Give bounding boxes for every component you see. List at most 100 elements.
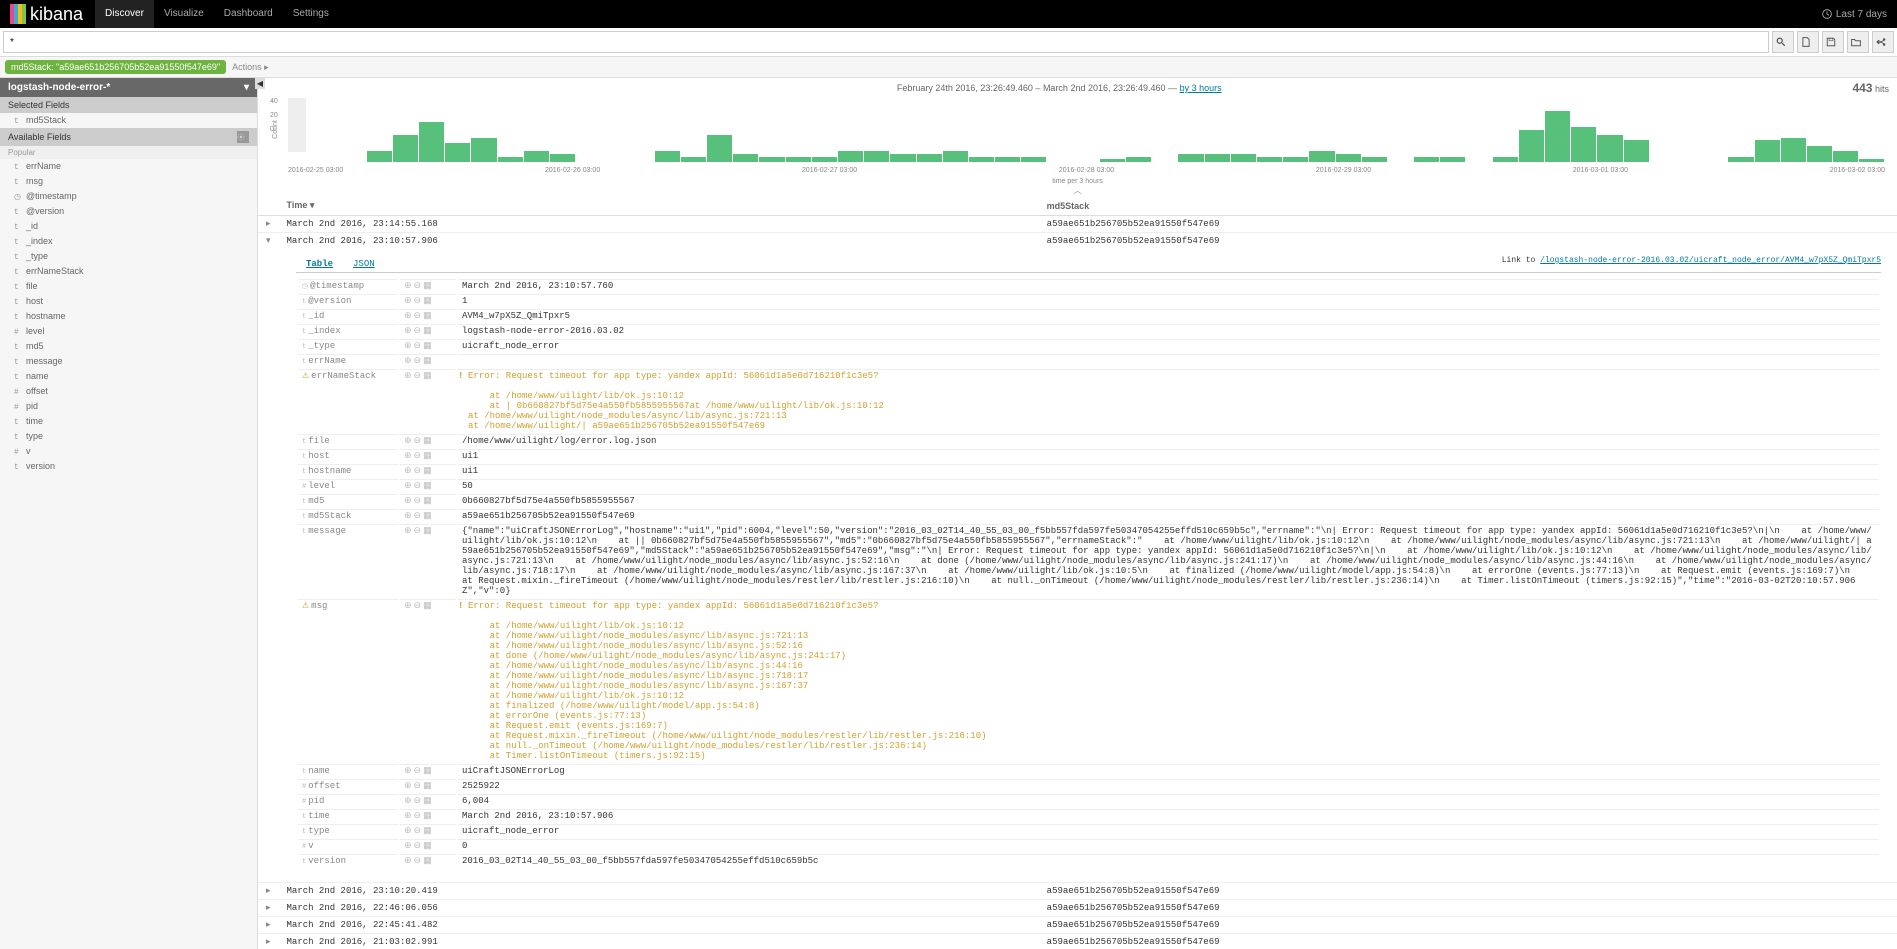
field-_type[interactable]: t_type xyxy=(0,249,257,264)
chart-bar[interactable] xyxy=(655,151,680,162)
filter-for-icon[interactable]: ⊕ xyxy=(404,466,412,476)
index-pattern-title[interactable]: logstash-node-error-* ▾ xyxy=(0,78,257,97)
chart-collapse[interactable]: ︿ xyxy=(258,185,1897,196)
field-hostname[interactable]: thostname xyxy=(0,309,257,324)
chart-bar[interactable] xyxy=(995,157,1020,162)
open-button[interactable] xyxy=(1847,31,1869,53)
nav-visualize[interactable]: Visualize xyxy=(154,0,214,28)
chart-bar[interactable] xyxy=(1833,151,1858,162)
toggle-column-icon[interactable]: ▦ xyxy=(423,481,432,491)
chart-bar[interactable] xyxy=(471,138,496,162)
sidebar-collapse[interactable]: ◀ xyxy=(255,78,265,89)
chart-bar[interactable] xyxy=(1178,154,1203,162)
toggle-column-icon[interactable]: ▦ xyxy=(423,796,432,806)
filter-for-icon[interactable]: ⊕ xyxy=(404,356,412,366)
nav-settings[interactable]: Settings xyxy=(283,0,339,28)
filter-for-icon[interactable]: ⊕ xyxy=(404,826,412,836)
chart-bar[interactable] xyxy=(707,135,732,162)
filter-for-icon[interactable]: ⊕ xyxy=(404,811,412,821)
table-row[interactable]: ▸March 2nd 2016, 21:03:02.991a59ae651b25… xyxy=(258,934,1897,949)
field-offset[interactable]: #offset xyxy=(0,384,257,399)
toggle-column-icon[interactable]: ▦ xyxy=(423,326,432,336)
toggle-column-icon[interactable]: ▦ xyxy=(423,766,432,776)
chart-bar[interactable] xyxy=(786,157,811,162)
table-row[interactable]: ▸March 2nd 2016, 23:10:20.419a59ae651b25… xyxy=(258,883,1897,900)
filter-pill[interactable]: md5Stack: "a59ae651b256705b52ea91550f547… xyxy=(5,60,226,74)
toggle-column-icon[interactable]: ▦ xyxy=(423,811,432,821)
field-pid[interactable]: #pid xyxy=(0,399,257,414)
histogram-chart[interactable]: Count 40200 2016-02-25 03:002016-02-26 0… xyxy=(270,98,1885,178)
column-time[interactable]: Time ▾ xyxy=(279,196,1039,216)
toggle-column-icon[interactable]: ▦ xyxy=(423,281,432,291)
chart-bar[interactable] xyxy=(1519,130,1544,162)
toggle-column-icon[interactable]: ▦ xyxy=(423,341,432,351)
new-button[interactable] xyxy=(1797,31,1819,53)
toggle-column-icon[interactable]: ▦ xyxy=(423,466,432,476)
chart-bar[interactable] xyxy=(498,157,523,162)
detail-tab-table[interactable]: Table xyxy=(296,256,343,272)
kibana-logo[interactable]: kibana xyxy=(10,4,83,25)
filter-out-icon[interactable]: ⊖ xyxy=(414,466,422,476)
filter-out-icon[interactable]: ⊖ xyxy=(414,326,422,336)
chart-bar[interactable] xyxy=(1807,146,1832,162)
table-row[interactable]: ▸March 2nd 2016, 23:14:55.168a59ae651b25… xyxy=(258,216,1897,233)
expand-toggle[interactable]: ▸ xyxy=(258,216,279,233)
chart-bar[interactable] xyxy=(838,151,863,162)
filter-for-icon[interactable]: ⊕ xyxy=(404,526,412,536)
filter-for-icon[interactable]: ⊕ xyxy=(404,436,412,446)
chart-bar[interactable] xyxy=(1205,154,1230,162)
chart-bar[interactable] xyxy=(733,154,758,162)
filter-for-icon[interactable]: ⊕ xyxy=(404,296,412,306)
filter-out-icon[interactable]: ⊖ xyxy=(414,451,422,461)
toggle-column-icon[interactable]: ▦ xyxy=(423,841,432,851)
field-_id[interactable]: t_id xyxy=(0,219,257,234)
expand-toggle[interactable]: ▾ xyxy=(258,233,279,250)
chart-bar[interactable] xyxy=(1440,157,1465,162)
chart-bar[interactable] xyxy=(1624,140,1649,162)
chart-bar[interactable] xyxy=(759,157,784,162)
save-button[interactable] xyxy=(1822,31,1844,53)
field-@version[interactable]: t@version xyxy=(0,204,257,219)
chart-bar[interactable] xyxy=(1257,157,1282,162)
filter-for-icon[interactable]: ⊕ xyxy=(404,511,412,521)
filter-for-icon[interactable]: ⊕ xyxy=(404,796,412,806)
toggle-column-icon[interactable]: ▦ xyxy=(423,371,432,381)
chart-bar[interactable] xyxy=(1100,159,1125,162)
toggle-column-icon[interactable]: ▦ xyxy=(423,526,432,536)
filter-for-icon[interactable]: ⊕ xyxy=(404,371,412,381)
column-md5stack[interactable]: md5Stack xyxy=(1039,196,1897,216)
filter-for-icon[interactable]: ⊕ xyxy=(404,481,412,491)
chart-bar[interactable] xyxy=(890,154,915,162)
timepicker[interactable]: Last 7 days xyxy=(1822,9,1887,20)
chart-bar[interactable] xyxy=(917,154,942,162)
filter-out-icon[interactable]: ⊖ xyxy=(414,526,422,536)
chart-bar[interactable] xyxy=(550,154,575,162)
chart-bar[interactable] xyxy=(681,157,706,162)
toggle-column-icon[interactable]: ▦ xyxy=(423,296,432,306)
filter-out-icon[interactable]: ⊖ xyxy=(414,826,422,836)
filter-for-icon[interactable]: ⊕ xyxy=(404,496,412,506)
toggle-column-icon[interactable]: ▦ xyxy=(423,436,432,446)
chart-bar[interactable] xyxy=(419,122,444,163)
field-file[interactable]: tfile xyxy=(0,279,257,294)
filter-out-icon[interactable]: ⊖ xyxy=(414,781,422,791)
field-level[interactable]: #level xyxy=(0,324,257,339)
filter-out-icon[interactable]: ⊖ xyxy=(414,371,422,381)
filter-for-icon[interactable]: ⊕ xyxy=(404,841,412,851)
detail-tab-json[interactable]: JSON xyxy=(343,256,385,272)
toggle-column-icon[interactable]: ▦ xyxy=(423,496,432,506)
filter-out-icon[interactable]: ⊖ xyxy=(414,341,422,351)
chart-bar[interactable] xyxy=(1859,159,1884,162)
field-message[interactable]: tmessage xyxy=(0,354,257,369)
field-errNameStack[interactable]: terrNameStack xyxy=(0,264,257,279)
time-range-interval[interactable]: by 3 hours xyxy=(1180,83,1222,93)
toggle-column-icon[interactable]: ▦ xyxy=(423,356,432,366)
search-button[interactable] xyxy=(1772,31,1794,53)
share-button[interactable] xyxy=(1872,31,1894,53)
table-row[interactable]: ▾March 2nd 2016, 23:10:57.906a59ae651b25… xyxy=(258,233,1897,250)
field-settings-button[interactable] xyxy=(237,131,249,143)
filter-out-icon[interactable]: ⊖ xyxy=(414,496,422,506)
chart-bar[interactable] xyxy=(393,135,418,162)
chart-bar[interactable] xyxy=(1755,140,1780,162)
field-type[interactable]: ttype xyxy=(0,429,257,444)
